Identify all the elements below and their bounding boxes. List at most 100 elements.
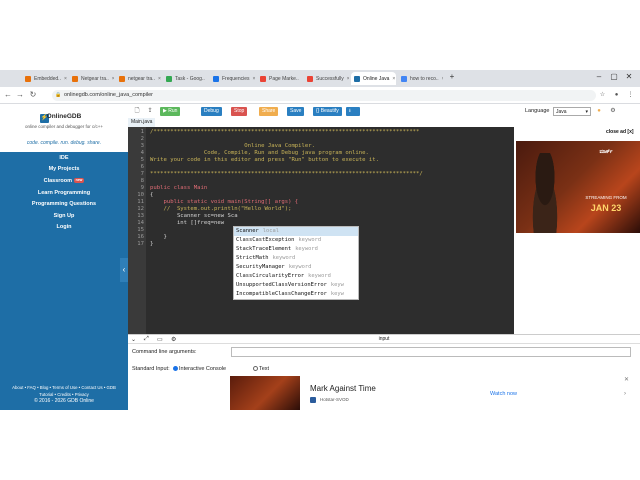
autocomplete-item-name: IncompatibleClassChangeError: [236, 291, 327, 297]
browser-tab[interactable]: Embedded.. ×: [22, 72, 67, 85]
code-line[interactable]: Code, Compile, Run and Debug java progra…: [150, 150, 369, 157]
browser-tab[interactable]: netgear tra.. ×: [116, 72, 161, 85]
bottom-ad[interactable]: Mark Against Time Hotstar-SVOD Watch now…: [228, 375, 638, 410]
maximize-window-icon[interactable]: ▢: [609, 72, 619, 81]
tab-close-icon[interactable]: ×: [392, 76, 395, 82]
autocomplete-item[interactable]: Scanner local: [234, 227, 358, 236]
star-icon[interactable]: ☆: [598, 91, 607, 100]
code-line[interactable]: }: [150, 241, 153, 248]
browser-tab[interactable]: Netgear tra.. ×: [69, 72, 114, 85]
sidebar-item-classroom[interactable]: Classroom new: [0, 176, 128, 187]
code-line[interactable]: public class Main: [150, 185, 207, 192]
file-tab-main-java[interactable]: Main.java: [128, 118, 156, 127]
io-title: input: [378, 336, 390, 342]
save-button[interactable]: Save: [287, 107, 305, 116]
radio-icon[interactable]: [253, 366, 258, 372]
autocomplete-item-meta: keyw: [330, 282, 344, 288]
brand-subtitle: online compiler and debugger for c/c++: [24, 124, 104, 129]
new-file-icon[interactable]: 🗋: [132, 107, 142, 116]
browser-tab[interactable]: how to reco..×: [398, 72, 443, 85]
new-tab-button[interactable]: +: [447, 72, 457, 81]
sidebar-item-ide[interactable]: IDE: [0, 153, 128, 164]
code-line[interactable]: {: [150, 192, 153, 199]
code-line[interactable]: Write your code in this editor and press…: [150, 157, 379, 164]
tab-close-icon[interactable]: ×: [253, 76, 255, 82]
debug-button[interactable]: Debug: [201, 107, 222, 116]
browser-tab[interactable]: Online Java ×: [351, 72, 396, 85]
autocomplete-item-meta: keyword: [295, 246, 318, 252]
collapse-sidebar-button[interactable]: ‹: [120, 258, 128, 282]
download-button[interactable]: ⭳: [346, 107, 360, 116]
radio-selected-icon[interactable]: [173, 366, 178, 372]
footer-links-2[interactable]: Tutorial • Credits • Privacy: [0, 391, 128, 398]
code-line[interactable]: Scanner sc=new Sca: [150, 213, 238, 220]
sidebar-item-login[interactable]: Login: [0, 222, 128, 233]
code-line[interactable]: ****************************************…: [150, 171, 423, 178]
beautify-button[interactable]: {} Beautify: [313, 107, 342, 116]
code-line[interactable]: }: [150, 234, 166, 241]
tab-close-icon[interactable]: ×: [112, 76, 114, 82]
close-window-icon[interactable]: ✕: [624, 72, 634, 81]
close-icon[interactable]: ✕: [624, 376, 629, 383]
sidebar-item-label: My Projects: [48, 166, 80, 172]
language-select[interactable]: Java ▾: [553, 107, 591, 116]
autocomplete-item-meta: keyw: [330, 291, 344, 297]
footer-links[interactable]: About • FAQ • Blog • Terms of Use • Cont…: [0, 384, 128, 391]
stop-button[interactable]: Stop: [231, 107, 248, 116]
bottom-ad-image[interactable]: [230, 376, 300, 410]
sidebar-footer: About • FAQ • Blog • Terms of Use • Cont…: [0, 384, 128, 405]
copyright: © 2016 - 2026 GDB Online: [34, 398, 94, 404]
autocomplete-item-name: ClassCastException: [236, 237, 295, 243]
browser-tab[interactable]: Successfully ×: [304, 72, 349, 85]
settings-icon[interactable]: ⚙: [608, 107, 618, 116]
code-line[interactable]: public static void main(String[] args) {: [150, 199, 298, 206]
reload-icon[interactable]: ↻: [28, 90, 38, 99]
info-icon[interactable]: ●: [594, 107, 604, 116]
run-button[interactable]: ▶ Run: [160, 107, 181, 116]
close-ad-button[interactable]: close ad [x]: [606, 129, 634, 135]
forward-icon[interactable]: →: [15, 90, 25, 99]
browser-tab-bar: Embedded.. × Netgear tra.. × netgear tra.. × T…: [0, 70, 640, 87]
sidebar-item-programming-questions[interactable]: Programming Questions: [0, 199, 128, 210]
bottom-ad-title[interactable]: Mark Against Time: [310, 384, 376, 393]
autocomplete-item[interactable]: SecurityManager keyword: [234, 263, 358, 272]
autocomplete-item[interactable]: StrictMath keyword: [234, 254, 358, 263]
command-line-args-input[interactable]: [231, 347, 631, 357]
tab-close-icon[interactable]: ×: [347, 76, 349, 82]
brand-block[interactable]: ⚡ OnlineGDB online compiler and debugger…: [0, 104, 128, 152]
autocomplete-item[interactable]: ClassCircularityError keyword: [234, 272, 358, 281]
autocomplete-item[interactable]: StackTraceElement keyword: [234, 245, 358, 254]
sidebar-item-learn-programming[interactable]: Learn Programming: [0, 188, 128, 199]
autocomplete-item[interactable]: IncompatibleClassChangeError keyw: [234, 290, 358, 299]
code-line[interactable]: /***************************************…: [150, 129, 419, 136]
browser-tab[interactable]: Page Marke..×: [257, 72, 302, 85]
back-icon[interactable]: ←: [3, 90, 13, 99]
share-button[interactable]: Share: [259, 107, 279, 116]
sidebar-item-my-projects[interactable]: My Projects: [0, 164, 128, 175]
upload-icon[interactable]: ⇪: [145, 107, 155, 116]
autocomplete-item[interactable]: ClassCastException keyword: [234, 236, 358, 245]
tab-close-icon[interactable]: ×: [64, 76, 67, 82]
browser-tab[interactable]: Task - Goog..×: [163, 72, 208, 85]
chevron-right-icon[interactable]: ›: [624, 391, 626, 397]
line-gutter: 1 2 3 4 5 6 7 8 9 10 11 12 13 14 15 16 17: [128, 127, 146, 334]
code-line[interactable]: Online Java Compiler.: [150, 143, 315, 150]
interactive-console-option[interactable]: Interactive Console: [173, 366, 226, 372]
profile-icon[interactable]: ●: [612, 91, 621, 100]
language-value: Java: [556, 109, 567, 115]
line-number: 9: [140, 185, 144, 191]
sidebar-item-sign-up[interactable]: Sign Up: [0, 211, 128, 222]
code-line[interactable]: // System.out.println("Hello World");: [150, 206, 291, 213]
minimize-window-icon[interactable]: –: [594, 72, 604, 81]
tab-close-icon[interactable]: ×: [158, 76, 161, 82]
watch-now-button[interactable]: Watch now: [490, 391, 517, 397]
menu-icon[interactable]: ⋮: [626, 91, 635, 100]
tab-close-icon[interactable]: ×: [442, 76, 443, 82]
browser-tab[interactable]: Frequencies ×: [210, 72, 255, 85]
ad-image[interactable]: ಮಾರ್ಕ್ STREAMING FROM JAN 23: [516, 141, 640, 233]
autocomplete-item[interactable]: UnsupportedClassVersionError keyw: [234, 281, 358, 290]
url-field[interactable]: 🔒 onlinegdb.com/online_java_compiler: [52, 90, 596, 101]
text-option[interactable]: Text: [253, 366, 269, 372]
autocomplete-item-meta: keyword: [288, 264, 312, 270]
code-line[interactable]: int []freq=new: [150, 220, 224, 227]
